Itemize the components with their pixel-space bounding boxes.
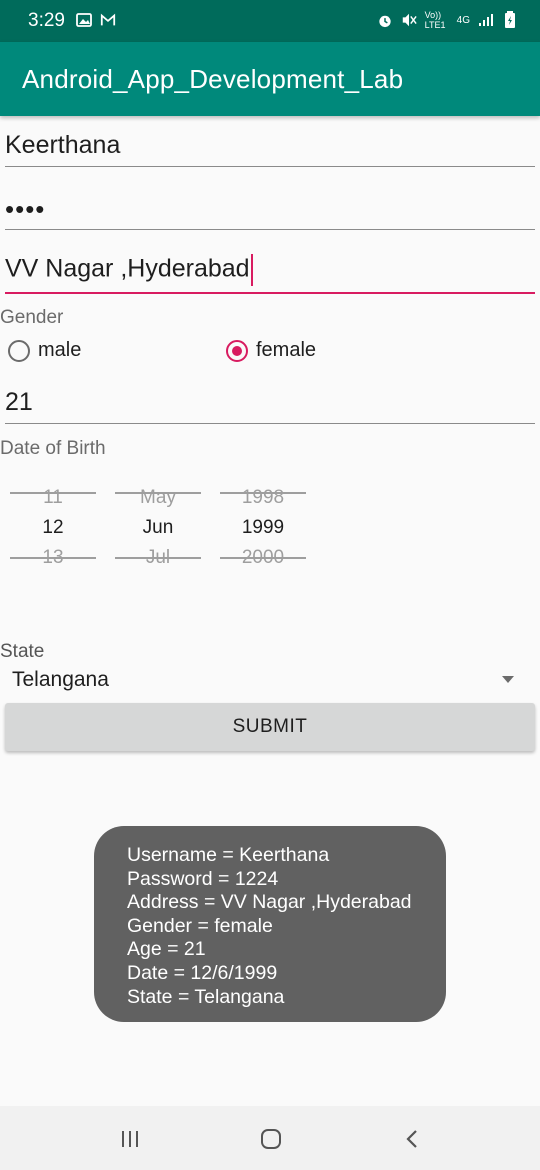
toast-line-username: Username = Keerthana (127, 844, 330, 866)
month-prev: May (140, 487, 176, 508)
password-value: •••• (5, 194, 46, 224)
address-field[interactable]: VV Nagar ,Hyderabad (5, 248, 535, 294)
radio-female-circle (226, 339, 248, 362)
day-divider-top (10, 492, 96, 494)
address-value: VV Nagar ,Hyderabad (5, 254, 250, 283)
day-prev: 11 (43, 487, 63, 508)
radio-female-label: female (256, 339, 317, 361)
username-value: Keerthana (5, 131, 121, 159)
submit-button[interactable]: SUBMIT (5, 703, 535, 751)
status-bar: 3:29 Vo)) LTE1 4G (0, 0, 540, 42)
radio-male-label: male (38, 339, 82, 361)
recent-apps-icon[interactable] (115, 1126, 145, 1152)
toast-message: Username = Keerthana Password = 1224 Add… (94, 826, 446, 1022)
year-divider-top (220, 492, 306, 494)
state-label: State (0, 641, 45, 662)
toast-line-date: Date = 12/6/1999 (127, 961, 278, 984)
month-next: Jul (145, 547, 171, 568)
battery-icon (502, 11, 518, 28)
radio-female[interactable]: female (226, 339, 316, 362)
age-value: 21 (5, 388, 33, 416)
age-field[interactable]: 21 (5, 380, 535, 424)
toast-line-age: Age = 21 (127, 938, 206, 961)
username-field[interactable]: Keerthana (5, 124, 535, 167)
radio-male[interactable]: male (8, 339, 81, 362)
month-picker[interactable]: May Jun Jul (115, 485, 201, 575)
toast-line-password: Password = 1224 (127, 867, 279, 890)
month-divider-top (115, 492, 201, 494)
day-picker[interactable]: 11 12 13 (10, 485, 96, 575)
day-next: 13 (42, 547, 64, 568)
status-time: 3:29 (28, 10, 65, 31)
dob-label: Date of Birth (0, 438, 106, 459)
image-icon (76, 12, 92, 28)
dropdown-arrow-icon (502, 676, 514, 683)
month-selected: Jun (142, 517, 174, 538)
volte-label: Vo)) LTE1 (424, 10, 446, 30)
day-selected: 12 (42, 517, 64, 538)
toast-line-gender: Gender = female (127, 914, 273, 937)
state-spinner[interactable]: Telangana (0, 662, 540, 700)
text-cursor (250, 254, 253, 286)
gender-label: Gender (0, 307, 64, 328)
toast-line-state: State = Telangana (127, 985, 285, 1008)
year-next: 2000 (241, 547, 285, 568)
home-icon[interactable] (256, 1126, 286, 1152)
app-bar: Android_App_Development_Lab (0, 42, 540, 116)
toast-line-address: Address = VV Nagar ,Hyderabad (127, 891, 412, 914)
app-title: Android_App_Development_Lab (22, 64, 404, 94)
radio-male-circle (8, 339, 30, 362)
state-value: Telangana (12, 668, 109, 691)
navigation-bar (0, 1106, 540, 1170)
password-field[interactable]: •••• (5, 186, 535, 230)
gmail-icon (100, 12, 116, 28)
mute-icon (401, 12, 417, 28)
year-picker[interactable]: 1998 1999 2000 (220, 485, 306, 575)
year-prev: 1998 (241, 487, 285, 508)
alarm-icon (377, 12, 393, 28)
network-type: 4G (456, 14, 470, 26)
signal-icon (478, 12, 494, 28)
year-selected: 1999 (241, 517, 285, 538)
back-icon[interactable] (397, 1126, 427, 1152)
